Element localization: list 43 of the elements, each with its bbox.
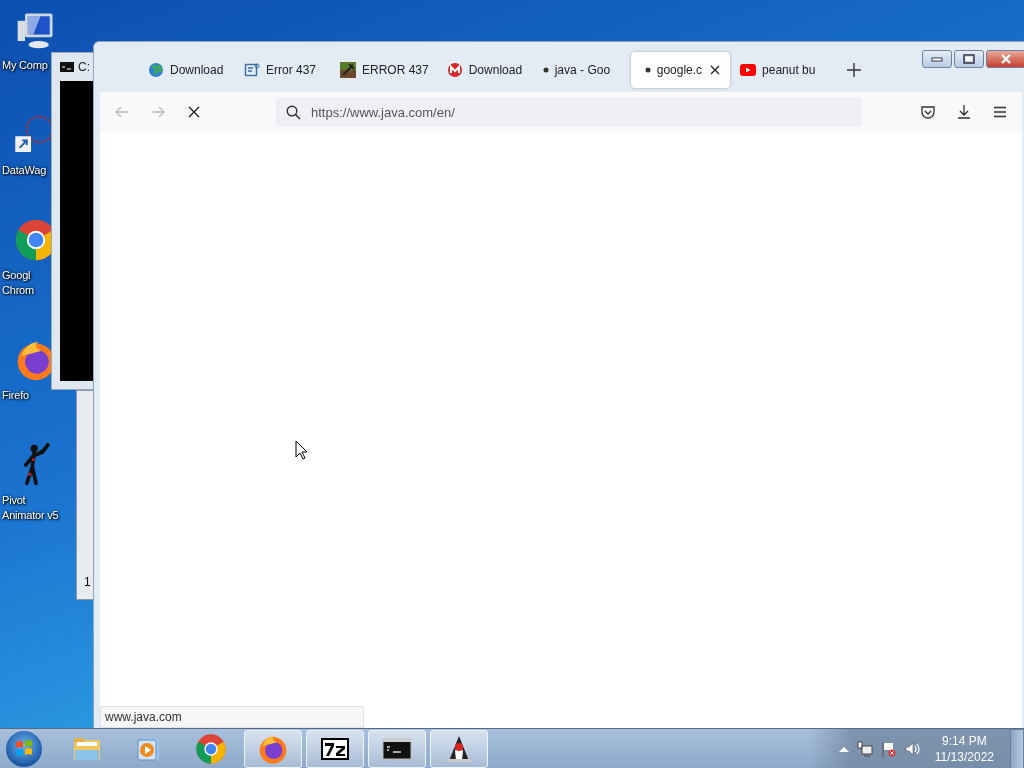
mouse-pointer-icon [295,440,309,460]
taskbar-app-button[interactable] [368,729,426,768]
taskbar-app-button[interactable] [430,729,488,768]
desktop-icon-label[interactable]: Animator v5 [2,508,59,523]
terminal-icon [60,62,74,72]
window-text: 1 [84,575,91,589]
m-logo-icon [446,62,463,78]
desktop-icon-label[interactable]: Chrom [2,283,34,298]
browser-tab[interactable]: java - Goo [534,52,629,88]
chrome-icon [195,732,227,765]
address-field[interactable]: https://www.java.com/en/ [276,97,862,127]
close-icon[interactable] [986,50,1024,68]
browser-tab[interactable]: ERROR 437 [332,52,437,88]
stop-icon[interactable] [186,104,202,120]
search-icon [286,104,301,120]
window-title: C: [78,60,90,74]
browser-tab[interactable]: google.c [630,52,731,88]
maximize-icon[interactable] [954,50,984,68]
globe-icon [148,62,164,78]
start-button[interactable] [6,730,42,767]
loading-dot-icon [644,67,651,73]
network-icon[interactable] [856,740,873,757]
show-desktop-button[interactable] [1010,728,1024,768]
desktop-icon-label[interactable]: Firefo [2,388,29,403]
windows-logo-icon [14,738,34,759]
browser-tab[interactable]: Download [438,52,533,88]
desktop-icon-label[interactable]: Pivot [2,493,59,508]
desktop-icon-label[interactable]: DataWag [2,163,47,178]
browser-tab[interactable]: Error 437 [236,52,330,88]
desktop-icon-label[interactable]: Googl [2,268,34,283]
status-url: www.java.com [100,706,364,728]
flag-alert-icon[interactable] [880,740,897,757]
show-hidden-icons-icon[interactable] [838,745,849,752]
volume-icon[interactable] [904,740,921,757]
browser-tab[interactable]: Download [140,52,234,88]
play-logo-icon [740,64,757,76]
browser-tab[interactable]: peanut bu [732,52,827,88]
desktop-icon-label[interactable]: My Comp [2,58,48,73]
taskbar-app-button[interactable] [306,729,364,768]
document-icon [244,62,260,78]
minimize-icon[interactable] [922,50,952,68]
loading-dot-icon [542,67,549,73]
pickaxe-block-icon [340,62,356,78]
